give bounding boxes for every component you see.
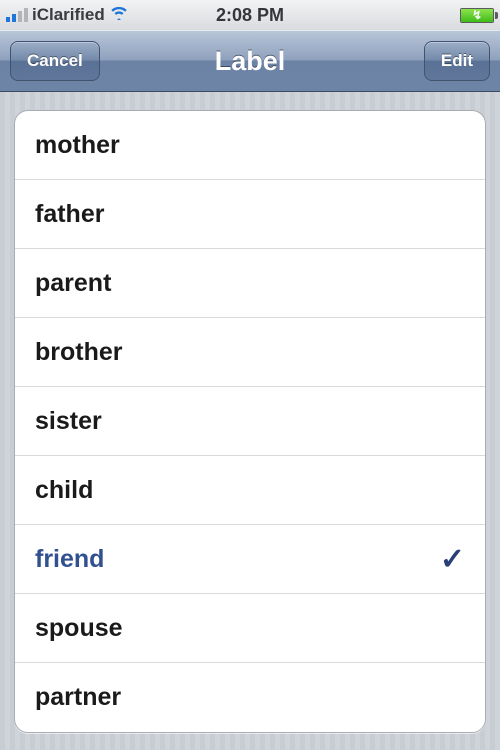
status-right: ↯: [460, 8, 494, 23]
status-time: 2:08 PM: [216, 5, 284, 26]
signal-bars-icon: [6, 8, 28, 22]
cancel-button[interactable]: Cancel: [10, 41, 100, 81]
status-bar: iClarified 2:08 PM ↯: [0, 0, 500, 30]
label-text: brother: [35, 338, 123, 367]
label-text: sister: [35, 407, 102, 436]
list-item[interactable]: sister: [15, 387, 485, 456]
edit-button-label: Edit: [441, 51, 473, 71]
cancel-button-label: Cancel: [27, 51, 83, 71]
label-text: partner: [35, 683, 121, 712]
charging-bolt-icon: ↯: [472, 9, 482, 21]
list-item[interactable]: partner: [15, 663, 485, 732]
list-item[interactable]: parent: [15, 249, 485, 318]
edit-button[interactable]: Edit: [424, 41, 490, 81]
label-table: mother father parent brother sister chil…: [14, 110, 486, 733]
list-item-selected[interactable]: friend ✓: [15, 525, 485, 594]
label-text: mother: [35, 131, 120, 160]
list-item[interactable]: spouse: [15, 594, 485, 663]
list-item[interactable]: father: [15, 180, 485, 249]
carrier-label: iClarified: [32, 5, 105, 25]
label-text: parent: [35, 269, 111, 298]
battery-icon: ↯: [460, 8, 494, 23]
label-text: child: [35, 476, 93, 505]
status-left: iClarified: [6, 5, 129, 25]
label-text: friend: [35, 545, 104, 574]
label-text: spouse: [35, 614, 123, 643]
list-item[interactable]: brother: [15, 318, 485, 387]
label-text: father: [35, 200, 104, 229]
wifi-icon: [109, 5, 129, 25]
nav-bar: Cancel Label Edit: [0, 30, 500, 92]
content-area: mother father parent brother sister chil…: [0, 92, 500, 750]
checkmark-icon: ✓: [440, 542, 465, 577]
page-title: Label: [215, 46, 286, 77]
list-item[interactable]: mother: [15, 111, 485, 180]
list-item[interactable]: child: [15, 456, 485, 525]
